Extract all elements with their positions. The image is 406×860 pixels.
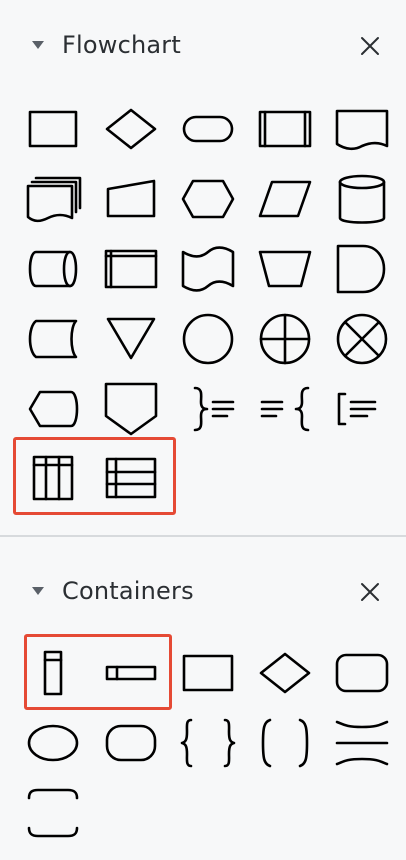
flowchart-section-header[interactable]: Flowchart — [0, 25, 406, 65]
decision-shape[interactable] — [100, 98, 162, 160]
horizontal-swimlane-pool-shape[interactable] — [100, 447, 162, 509]
close-icon[interactable] — [357, 579, 383, 605]
section-divider — [0, 535, 406, 537]
caret-down-icon[interactable] — [30, 585, 46, 597]
predefined-process-shape[interactable] — [254, 98, 316, 160]
terminator-shape[interactable] — [177, 98, 239, 160]
or-shape[interactable] — [254, 308, 316, 370]
braces-container-shape[interactable] — [177, 712, 239, 774]
pill-container-shape[interactable] — [100, 712, 162, 774]
preparation-shape[interactable] — [177, 168, 239, 230]
containers-section-header[interactable]: Containers — [0, 571, 406, 611]
internal-storage-shape[interactable] — [100, 238, 162, 300]
vertical-swimlane-pool-shape[interactable] — [22, 447, 84, 509]
annotation-right-brace-shape[interactable] — [177, 378, 239, 440]
brackets-container-shape[interactable] — [254, 712, 316, 774]
document-shape[interactable] — [331, 98, 393, 160]
rectangle-container-shape[interactable] — [177, 642, 239, 704]
ellipse-container-shape[interactable] — [22, 712, 84, 774]
punched-tape-shape[interactable] — [177, 238, 239, 300]
stored-data-shape[interactable] — [22, 308, 84, 370]
close-icon[interactable] — [357, 33, 383, 59]
annotation-left-brace-shape[interactable] — [254, 378, 316, 440]
manual-operation-shape[interactable] — [254, 238, 316, 300]
process-shape[interactable] — [22, 98, 84, 160]
merge-shape[interactable] — [100, 308, 162, 370]
vertical-container-shape[interactable] — [22, 642, 84, 704]
multi-document-shape[interactable] — [22, 168, 84, 230]
rounded-brackets-container-shape[interactable] — [22, 782, 84, 844]
connector-shape[interactable] — [177, 308, 239, 370]
rounded-rectangle-container-shape[interactable] — [331, 642, 393, 704]
diamond-container-shape[interactable] — [254, 642, 316, 704]
section-title: Flowchart — [62, 31, 181, 59]
summing-junction-shape[interactable] — [331, 308, 393, 370]
horizontal-container-shape[interactable] — [100, 642, 162, 704]
off-page-connector-shape[interactable] — [100, 378, 162, 440]
section-title: Containers — [62, 577, 194, 605]
display-shape[interactable] — [22, 378, 84, 440]
direct-access-storage-shape[interactable] — [22, 238, 84, 300]
delay-shape[interactable] — [331, 238, 393, 300]
caret-down-icon[interactable] — [30, 39, 46, 51]
manual-input-shape[interactable] — [100, 168, 162, 230]
annotation-bracket-shape[interactable] — [331, 378, 393, 440]
data-shape[interactable] — [254, 168, 316, 230]
horizontal-brackets-container-shape[interactable] — [331, 712, 393, 774]
database-shape[interactable] — [331, 168, 393, 230]
